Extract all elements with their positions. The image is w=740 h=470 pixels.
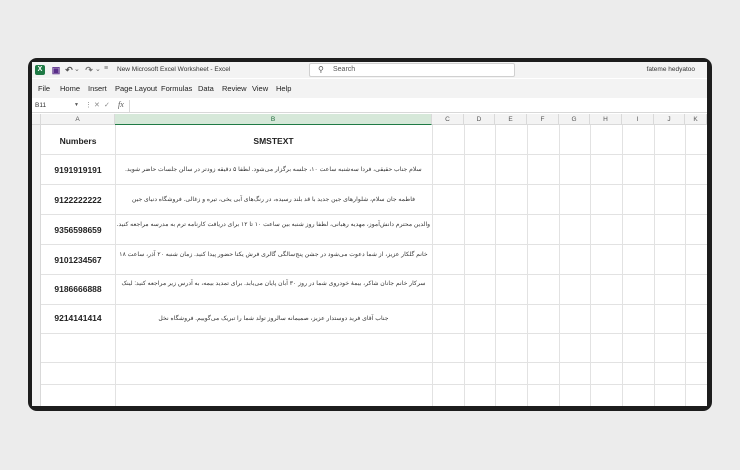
sms-cell[interactable]: سلام جناب حقیقی، فردا سه‌شنبه ساعت ۱۰، ج… (116, 165, 431, 174)
search-icon: ⚲ (318, 65, 324, 74)
grid-line (432, 125, 433, 406)
cancel-icon[interactable]: ✕ (94, 101, 100, 109)
document-title: New Microsoft Excel Worksheet - Excel (117, 66, 231, 73)
customize-toolbar-icon[interactable]: ≡ (104, 65, 108, 72)
column-header-c[interactable]: C (432, 114, 464, 125)
column-header-b[interactable]: B (115, 114, 432, 125)
enter-icon[interactable]: ✓ (104, 101, 110, 109)
search-box[interactable]: ⚲ Search (309, 63, 515, 77)
grid-line (654, 125, 655, 406)
grid-line (41, 184, 707, 185)
sms-cell[interactable]: والدین محترم دانش‌آموز، مهدیه رهبانی، لط… (116, 220, 431, 229)
tab-file[interactable]: File (38, 84, 50, 93)
search-placeholder: Search (333, 66, 356, 73)
header-cell-numbers[interactable]: Numbers (42, 136, 114, 146)
grid-line (41, 274, 707, 275)
number-cell[interactable]: 9356598659 (42, 225, 114, 235)
column-header-g[interactable]: G (559, 114, 590, 125)
grid-line (41, 154, 707, 155)
sms-cell[interactable]: جناب آقای فرید دوستدار عزیز، صمیمانه سال… (116, 314, 431, 323)
redo-icon[interactable]: ↷ (84, 65, 94, 75)
tab-formulas[interactable]: Formulas (161, 84, 192, 93)
select-all-corner[interactable] (32, 114, 41, 125)
formula-input[interactable] (129, 100, 707, 112)
number-cell[interactable]: 9186666888 (42, 284, 114, 294)
grid-line (590, 125, 591, 406)
user-name[interactable]: fateme hedyatoo (647, 66, 695, 73)
number-cell[interactable]: 9101234567 (42, 255, 114, 265)
save-icon[interactable]: ▣ (51, 65, 61, 75)
ribbon-tabs: File Home Insert Page Layout Formulas Da… (32, 79, 707, 98)
header-cell-smstext[interactable]: SMSTEXT (116, 136, 431, 146)
sms-cell[interactable]: خانم گلکار عزیز، از شما دعوت می‌شود در ج… (116, 250, 431, 259)
tab-insert[interactable]: Insert (88, 84, 107, 93)
grid-line (464, 125, 465, 406)
grid-line (527, 125, 528, 406)
column-header-h[interactable]: H (590, 114, 622, 125)
column-header-i[interactable]: I (622, 114, 654, 125)
grid-line (41, 244, 707, 245)
tab-help[interactable]: Help (276, 84, 291, 93)
column-header-k[interactable]: K (685, 114, 707, 125)
column-header-f[interactable]: F (527, 114, 559, 125)
column-header-a[interactable]: A (41, 114, 115, 125)
tab-page-layout[interactable]: Page Layout (115, 84, 157, 93)
title-bar: X ▣ ↶ ⌄ ↷ ⌄ ≡ New Microsoft Excel Worksh… (32, 62, 707, 78)
grid-line (41, 333, 707, 334)
excel-window: X ▣ ↶ ⌄ ↷ ⌄ ≡ New Microsoft Excel Worksh… (32, 62, 707, 406)
number-cell[interactable]: 9191919191 (42, 165, 114, 175)
column-header-j[interactable]: J (654, 114, 685, 125)
sms-cell[interactable]: سرکار خانم جانان شاکر، بیمهٔ خودروی شما … (116, 279, 431, 288)
excel-logo-icon: X (35, 65, 45, 75)
formula-bar: B11 ▼ ⋮ ✕ ✓ fx (32, 99, 707, 113)
redo-dropdown-icon[interactable]: ⌄ (95, 65, 101, 73)
grid-line (41, 214, 707, 215)
name-box-dropdown-icon[interactable]: ▼ (74, 102, 79, 108)
row-headers[interactable] (32, 125, 41, 406)
undo-icon[interactable]: ↶ (64, 65, 74, 75)
grid-line (685, 125, 686, 406)
grid-line (41, 362, 707, 363)
number-cell[interactable]: 9214141414 (42, 313, 114, 323)
undo-dropdown-icon[interactable]: ⌄ (74, 65, 80, 73)
grid-line (622, 125, 623, 406)
column-header-e[interactable]: E (495, 114, 527, 125)
column-header-d[interactable]: D (464, 114, 495, 125)
grid-line (559, 125, 560, 406)
tab-data[interactable]: Data (198, 84, 214, 93)
tab-view[interactable]: View (252, 84, 268, 93)
grid-line (41, 304, 707, 305)
insert-function-icon[interactable]: fx (118, 100, 124, 109)
grid-line (495, 125, 496, 406)
tab-home[interactable]: Home (60, 84, 80, 93)
tab-review[interactable]: Review (222, 84, 247, 93)
more-options-icon[interactable]: ⋮ (85, 101, 92, 109)
sms-cell[interactable]: فاطمه جان سلام، شلوارهای جین جدید با قد … (116, 195, 431, 204)
number-cell[interactable]: 9122222222 (42, 195, 114, 205)
grid-line (41, 384, 707, 385)
